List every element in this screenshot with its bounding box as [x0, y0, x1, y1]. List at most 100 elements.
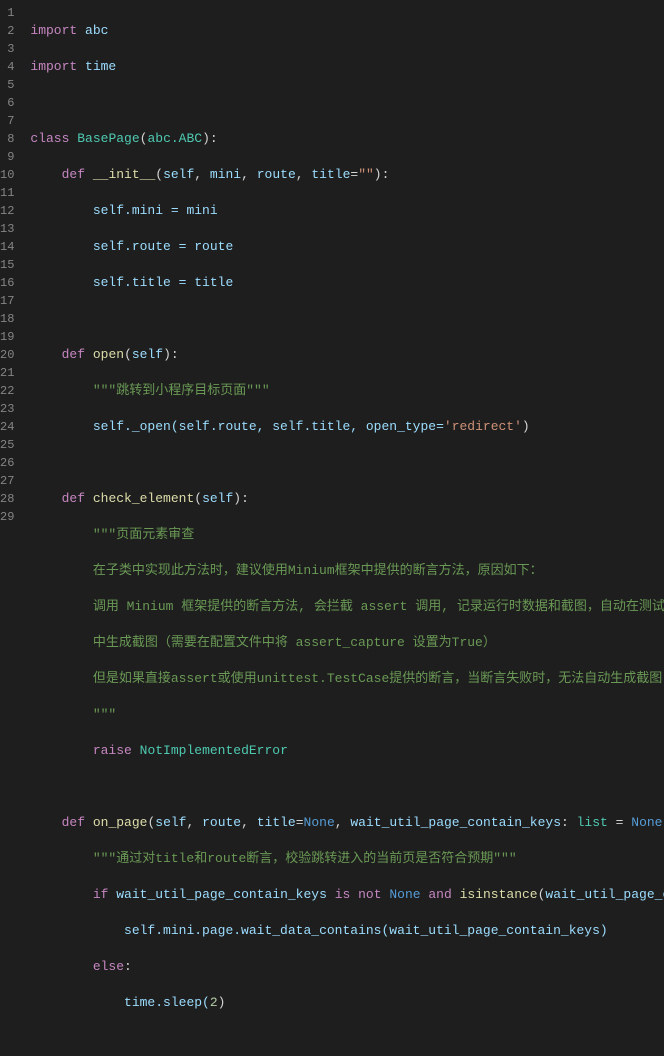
- line-number: 4: [0, 58, 14, 76]
- code-line[interactable]: self.route = route: [30, 238, 664, 256]
- docstring: """跳转到小程序目标页面""": [93, 383, 270, 398]
- module-time: time: [85, 59, 116, 74]
- call: self.mini.page.wait_data_contains(wait_u…: [124, 923, 608, 938]
- code-line[interactable]: self._open(self.route, self.title, open_…: [30, 418, 664, 436]
- code-line[interactable]: """页面元素审查: [30, 526, 664, 544]
- code-line[interactable]: """跳转到小程序目标页面""": [30, 382, 664, 400]
- method-init: __init__: [93, 167, 155, 182]
- docstring: 在子类中实现此方法时，建议使用Minium框架中提供的断言方法，原因如下：: [93, 563, 543, 578]
- punct: ):: [374, 167, 390, 182]
- punct: (: [155, 167, 163, 182]
- code-line[interactable]: """通过对title和route断言，校验跳转进入的当前页是否符合预期""": [30, 850, 664, 868]
- line-number-gutter: 1 2 3 4 5 6 7 8 9 10 11 12 13 14 15 16 1…: [0, 0, 22, 528]
- line-number: 21: [0, 364, 14, 382]
- line-number: 7: [0, 112, 14, 130]
- code-line[interactable]: 中生成截图（需要在配置文件中将 assert_capture 设置为True）: [30, 634, 664, 652]
- keyword-else: else: [93, 959, 124, 974]
- code-line[interactable]: [30, 778, 664, 796]
- code-line[interactable]: raise NotImplementedError: [30, 742, 664, 760]
- punct: ): [218, 995, 226, 1010]
- code-line[interactable]: def __init__(self, mini, route, title=""…: [30, 166, 664, 184]
- line-number: 14: [0, 238, 14, 256]
- none: None: [389, 887, 420, 902]
- line-number: 22: [0, 382, 14, 400]
- code-line[interactable]: import abc: [30, 22, 664, 40]
- line-number: 8: [0, 130, 14, 148]
- line-number: 26: [0, 454, 14, 472]
- docstring: """页面元素审查: [93, 527, 194, 542]
- code-line[interactable]: self.mini = mini: [30, 202, 664, 220]
- code-line[interactable]: def check_element(self):: [30, 490, 664, 508]
- code-line[interactable]: class BasePage(abc.ABC):: [30, 130, 664, 148]
- line-number: 25: [0, 436, 14, 454]
- call: self._open(self.route, self.title, open_…: [93, 419, 444, 434]
- code-line[interactable]: def open(self):: [30, 346, 664, 364]
- colon: :: [561, 815, 577, 830]
- punct: (: [538, 887, 546, 902]
- colon: :: [210, 131, 218, 146]
- param-mini: mini: [210, 167, 241, 182]
- code-line[interactable]: 在子类中实现此方法时，建议使用Minium框架中提供的断言方法，原因如下：: [30, 562, 664, 580]
- code-line[interactable]: 调用 Minium 框架提供的断言方法, 会拦截 assert 调用, 记录运行…: [30, 598, 664, 616]
- none: None: [304, 815, 335, 830]
- keyword-class: class: [30, 131, 69, 146]
- code-line[interactable]: self.title = title: [30, 274, 664, 292]
- docstring: """通过对title和route断言，校验跳转进入的当前页是否符合预期""": [93, 851, 517, 866]
- code-line[interactable]: 但是如果直接assert或使用unittest.TestCase提供的断言，当断…: [30, 670, 664, 688]
- code-line[interactable]: def on_page(self, route, title=None, wai…: [30, 814, 664, 832]
- punct: (: [147, 815, 155, 830]
- line-number: 24: [0, 418, 14, 436]
- comma: ,: [335, 815, 351, 830]
- string: 'redirect': [444, 419, 522, 434]
- line-number: 17: [0, 292, 14, 310]
- code-line[interactable]: [30, 1030, 664, 1048]
- line-number: 23: [0, 400, 14, 418]
- code-line[interactable]: [30, 454, 664, 472]
- code-line[interactable]: if wait_util_page_contain_keys is not No…: [30, 886, 664, 904]
- code-line[interactable]: [30, 94, 664, 112]
- class-name: BasePage: [77, 131, 139, 146]
- var-wkeys: wait_util_page_contain_keys: [116, 887, 327, 902]
- punct: ): [202, 131, 210, 146]
- base-class: abc.ABC: [147, 131, 202, 146]
- docstring: 调用 Minium 框架提供的断言方法, 会拦截 assert 调用, 记录运行…: [93, 599, 664, 614]
- param-self: self: [155, 815, 186, 830]
- line-number: 12: [0, 202, 14, 220]
- keyword-not: not: [358, 887, 381, 902]
- param-wkeys: wait_util_page_contain_keys: [350, 815, 561, 830]
- var-wkeys: wait_util_page_contain_keys: [545, 887, 664, 902]
- exception: NotImplementedError: [140, 743, 288, 758]
- param-self: self: [132, 347, 163, 362]
- param-title: title: [311, 167, 350, 182]
- punct: ):: [163, 347, 179, 362]
- docstring: 中生成截图（需要在配置文件中将 assert_capture 设置为True）: [93, 635, 496, 650]
- line-number: 6: [0, 94, 14, 112]
- keyword-def: def: [62, 491, 85, 506]
- code-line[interactable]: else:: [30, 958, 664, 976]
- number: 2: [210, 995, 218, 1010]
- docstring: """: [93, 707, 116, 722]
- keyword-and: and: [428, 887, 451, 902]
- line-number: 27: [0, 472, 14, 490]
- code-line[interactable]: time.sleep(2): [30, 994, 664, 1012]
- keyword-is: is: [335, 887, 351, 902]
- param-self: self: [202, 491, 233, 506]
- code-editor[interactable]: import abc import time class BasePage(ab…: [22, 0, 664, 528]
- punct: ): [522, 419, 530, 434]
- type-list: list: [577, 815, 608, 830]
- statement: self.route = route: [93, 239, 233, 254]
- line-number: 19: [0, 328, 14, 346]
- line-number: 28: [0, 490, 14, 508]
- keyword-import: import: [30, 23, 77, 38]
- module-abc: abc: [85, 23, 108, 38]
- code-line[interactable]: [30, 310, 664, 328]
- code-line[interactable]: import time: [30, 58, 664, 76]
- line-number: 5: [0, 76, 14, 94]
- method-open: open: [93, 347, 124, 362]
- code-line[interactable]: self.mini.page.wait_data_contains(wait_u…: [30, 922, 664, 940]
- line-number: 29: [0, 508, 14, 526]
- keyword-raise: raise: [93, 743, 132, 758]
- call-sleep: time.sleep(: [124, 995, 210, 1010]
- line-number: 18: [0, 310, 14, 328]
- code-line[interactable]: """: [30, 706, 664, 724]
